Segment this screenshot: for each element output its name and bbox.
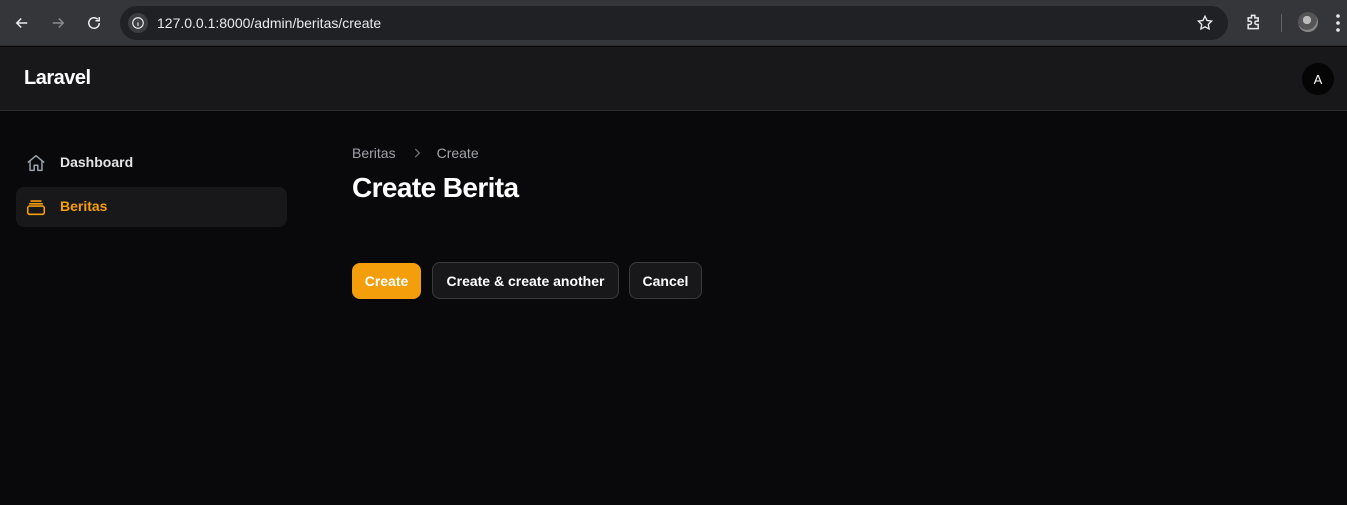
toolbar-divider	[1281, 14, 1282, 32]
sidebar-item-dashboard[interactable]: Dashboard	[16, 143, 287, 183]
sidebar-item-label: Beritas	[60, 198, 108, 214]
more-vertical-icon[interactable]	[1335, 13, 1341, 33]
reload-button[interactable]	[82, 11, 106, 35]
back-button[interactable]	[10, 11, 34, 35]
profile-avatar[interactable]	[1298, 12, 1318, 32]
home-icon	[27, 154, 45, 172]
reload-icon	[88, 17, 100, 29]
sidebar-item-label: Dashboard	[60, 154, 134, 170]
breadcrumb: Beritas Create	[352, 145, 479, 161]
breadcrumb-link-beritas[interactable]: Beritas	[352, 145, 396, 161]
chevron-right-icon	[414, 148, 420, 158]
inbox-stack-icon	[26, 200, 46, 216]
page-title: Create Berita	[352, 172, 519, 203]
info-icon	[132, 17, 144, 29]
arrow-right-icon	[52, 17, 65, 29]
address-bar[interactable]: 127.0.0.1:8000/admin/beritas/create	[120, 6, 1228, 40]
sidebar-item-beritas[interactable]: Beritas	[16, 187, 287, 227]
url-text[interactable]: 127.0.0.1:8000/admin/beritas/create	[157, 15, 381, 31]
sidebar: Dashboard Beritas	[0, 112, 300, 505]
create-another-button[interactable]: Create & create another	[432, 262, 619, 299]
app-header: Laravel A	[0, 47, 1347, 111]
forward-button[interactable]	[46, 11, 70, 35]
browser-toolbar: 127.0.0.1:8000/admin/beritas/create	[0, 0, 1347, 46]
bookmark-star-icon[interactable]	[1196, 14, 1214, 32]
brand-logo[interactable]: Laravel	[24, 67, 91, 90]
user-avatar[interactable]: A	[1302, 63, 1334, 95]
extensions-icon[interactable]	[1244, 12, 1264, 32]
arrow-left-icon	[15, 17, 28, 29]
breadcrumb-current: Create	[436, 145, 479, 161]
create-button[interactable]: Create	[352, 263, 421, 299]
site-info-button[interactable]	[128, 13, 148, 33]
cancel-button[interactable]: Cancel	[629, 262, 702, 299]
